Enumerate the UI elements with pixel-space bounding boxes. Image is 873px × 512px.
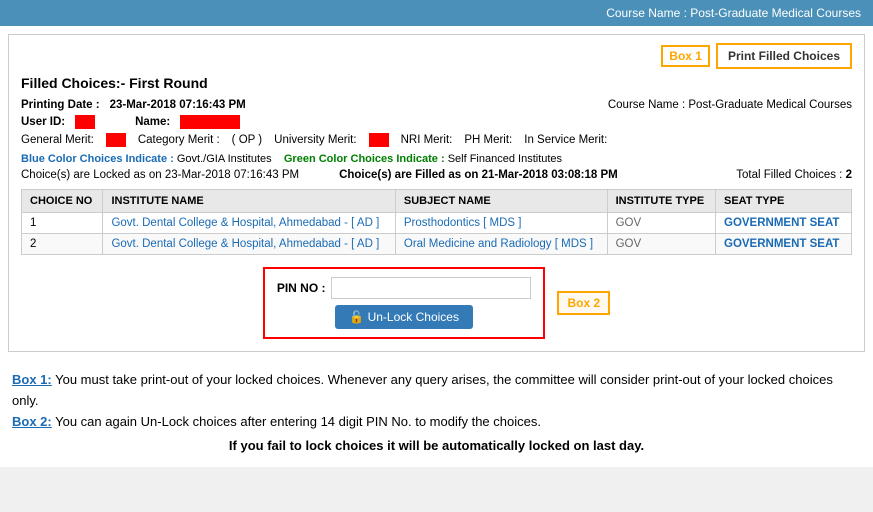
- print-btn-area: Box 1 Print Filled Choices: [21, 43, 852, 69]
- table-header-row: Choice No INSTITUTE NAME SUBJECT NAME IN…: [22, 190, 852, 213]
- box1-note-text: You must take print-out of your locked c…: [12, 372, 833, 408]
- main-container: Course Name : Post-Graduate Medical Cour…: [0, 0, 873, 467]
- box1-note: Box 1: You must take print-out of your l…: [12, 370, 861, 412]
- col-choice-no: Choice No: [22, 190, 103, 213]
- col-institute-type: INSTITUTE TYPE: [607, 190, 715, 213]
- green-indicator-label: Green Color Choices Indicate :: [284, 153, 445, 165]
- last-line-note: If you fail to lock choices it will be a…: [12, 436, 861, 457]
- choices-table: Choice No INSTITUTE NAME SUBJECT NAME IN…: [21, 189, 852, 255]
- pin-row: PIN NO :: [277, 277, 532, 299]
- box2-note-text: You can again Un-Lock choices after ente…: [52, 414, 541, 429]
- filled-choices-title: Filled Choices:- First Round: [21, 75, 852, 91]
- print-filled-choices-button[interactable]: Print Filled Choices: [716, 43, 852, 69]
- user-id-value: [75, 115, 95, 129]
- green-indicator-value: Self Financed Institutes: [448, 153, 562, 165]
- user-id-row: User ID: Name:: [21, 115, 852, 129]
- user-id-label: User ID:: [21, 116, 65, 128]
- total-filled-value: 2: [846, 169, 852, 181]
- subject-name-link[interactable]: Prosthodontics [ MDS ]: [404, 217, 522, 229]
- institute-name-link[interactable]: Govt. Dental College & Hospital, Ahmedab…: [111, 238, 379, 250]
- name-value: [180, 115, 240, 129]
- locked-filled-row: Choice(s) are Locked as on 23-Mar-2018 0…: [21, 169, 852, 181]
- notes-section: Box 1: You must take print-out of your l…: [0, 360, 873, 467]
- printing-date-label: Printing Date :: [21, 99, 100, 111]
- subject-name-link[interactable]: Oral Medicine and Radiology [ MDS ]: [404, 238, 593, 250]
- col-subject-name: SUBJECT NAME: [395, 190, 607, 213]
- color-indicator-row: Blue Color Choices Indicate : Govt./GIA …: [21, 153, 852, 165]
- table-row: 2 Govt. Dental College & Hospital, Ahmeda…: [22, 234, 852, 255]
- box2-indicator: Box 2: [557, 291, 610, 315]
- pin-input[interactable]: [331, 277, 531, 299]
- university-merit-value: [369, 133, 389, 147]
- blue-indicator-value: Govt./GIA Institutes: [177, 153, 272, 165]
- box1-note-label: Box 1:: [12, 372, 52, 387]
- merit-row: General Merit: Category Merit : ( OP ) U…: [21, 133, 852, 147]
- filled-as-label: Choice(s) are Filled as on 21-Mar-2018 0…: [339, 169, 618, 181]
- course-name-right: Course Name : Post-Graduate Medical Cour…: [608, 99, 852, 111]
- cell-choice-no: 1: [22, 213, 103, 234]
- cell-institute-type: GOV: [607, 213, 715, 234]
- col-institute-name: INSTITUTE NAME: [103, 190, 395, 213]
- box2-note-label: Box 2:: [12, 414, 52, 429]
- panel: Box 1 Print Filled Choices Filled Choice…: [8, 34, 865, 352]
- cell-seat-type: GOVERNMENT SEAT: [716, 234, 852, 255]
- nri-merit-label: NRI Merit:: [401, 134, 453, 146]
- total-filled-label: Total Filled Choices : 2: [736, 169, 852, 181]
- ph-merit-label: PH Merit:: [464, 134, 512, 146]
- pin-box: PIN NO : 🔓 Un-Lock Choices: [263, 267, 546, 339]
- category-merit-label: Category Merit :: [138, 134, 220, 146]
- box1-indicator: Box 1: [661, 45, 710, 67]
- printing-date-row: Printing Date : 23-Mar-2018 07:16:43 PM …: [21, 99, 852, 111]
- general-merit-label: General Merit:: [21, 134, 94, 146]
- unlock-choices-button[interactable]: 🔓 Un-Lock Choices: [335, 305, 473, 329]
- table-row: 1 Govt. Dental College & Hospital, Ahmeda…: [22, 213, 852, 234]
- box2-note: Box 2: You can again Un-Lock choices aft…: [12, 412, 861, 433]
- pin-label: PIN NO :: [277, 281, 326, 295]
- col-seat-type: SEAT TYPE: [716, 190, 852, 213]
- printing-date-value: 23-Mar-2018 07:16:43 PM: [110, 99, 246, 111]
- header-course-name: Course Name : Post-Graduate Medical Cour…: [606, 6, 861, 20]
- cell-seat-type: GOVERNMENT SEAT: [716, 213, 852, 234]
- top-header: Course Name : Post-Graduate Medical Cour…: [0, 0, 873, 26]
- in-service-merit-label: In Service Merit:: [524, 134, 607, 146]
- pin-area: PIN NO : 🔓 Un-Lock Choices Box 2: [21, 267, 852, 339]
- locked-as-label: Choice(s) are Locked as on 23-Mar-2018 0…: [21, 169, 299, 181]
- category-merit-value: ( OP ): [232, 134, 262, 146]
- cell-choice-no: 2: [22, 234, 103, 255]
- institute-name-link[interactable]: Govt. Dental College & Hospital, Ahmedab…: [111, 217, 379, 229]
- university-merit-label: University Merit:: [274, 134, 356, 146]
- blue-indicator-label: Blue Color Choices Indicate :: [21, 153, 174, 165]
- cell-institute-type: GOV: [607, 234, 715, 255]
- name-label: Name:: [135, 116, 170, 128]
- general-merit-value: [106, 133, 126, 147]
